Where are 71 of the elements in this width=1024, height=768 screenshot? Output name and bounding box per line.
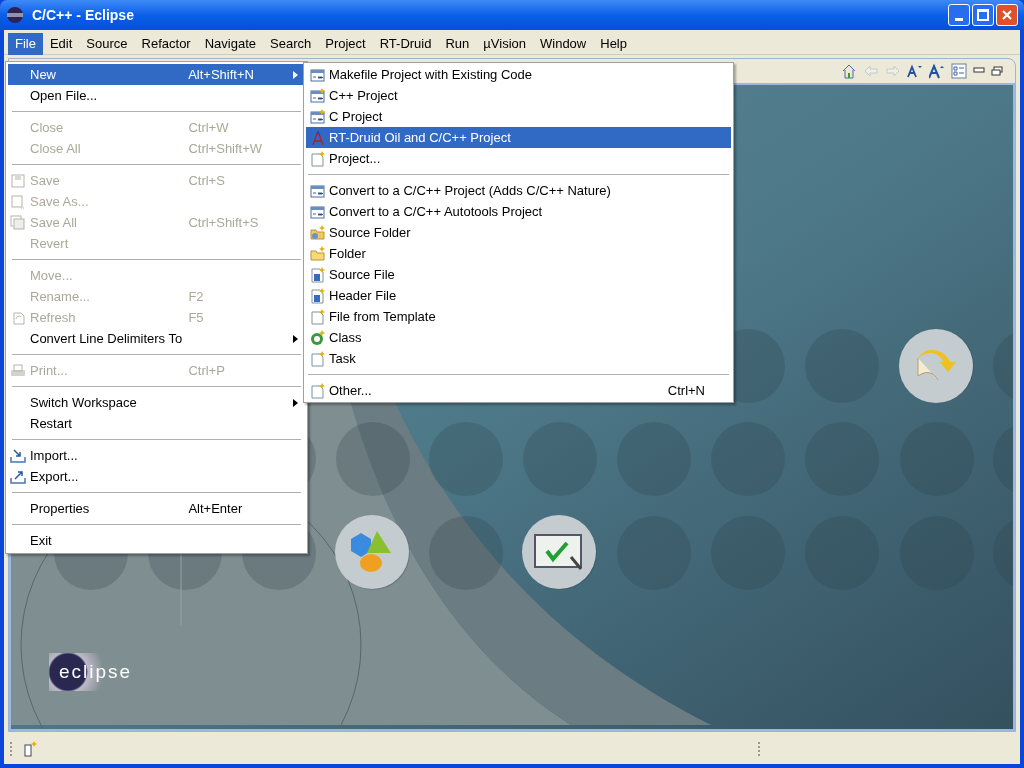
file-menu-item[interactable]: Export... — [8, 466, 305, 487]
submenu-item[interactable]: C++ Project — [306, 85, 731, 106]
close-icon — [1001, 9, 1013, 21]
submenu-item[interactable]: Project... — [306, 148, 731, 169]
refresh-icon — [10, 309, 26, 326]
customize-icon[interactable] — [951, 63, 967, 79]
file-menu-item[interactable]: Restart — [8, 413, 305, 434]
new-cpp-project-icon — [310, 108, 326, 125]
submenu-item[interactable]: Other... Ctrl+N — [306, 380, 731, 401]
increase-font-icon[interactable] — [929, 63, 945, 79]
submenu-item[interactable]: C Project — [306, 106, 731, 127]
menu-item[interactable]: RT-Druid — [372, 32, 439, 55]
new-file-icon — [310, 150, 326, 167]
menu-item[interactable]: Navigate — [197, 32, 263, 55]
import-icon — [10, 447, 26, 464]
submenu-item[interactable]: Convert to a C/C++ Project (Adds C/C++ Nature) — [306, 180, 731, 201]
menu-item[interactable]: Window — [533, 32, 594, 55]
submenu-item[interactable]: RT-Druid Oil and C/C++ Project — [306, 127, 731, 148]
printer-icon — [10, 362, 26, 379]
file-menu-item[interactable]: Properties Alt+Enter — [8, 498, 305, 519]
menu-item[interactable]: Refactor — [134, 32, 198, 55]
back-arrow-icon — [863, 63, 879, 79]
new-header-file-icon — [310, 287, 326, 304]
submenu-item[interactable]: Class — [306, 327, 731, 348]
menu-item[interactable]: Search — [263, 32, 319, 55]
export-icon — [10, 468, 26, 485]
submenu-item[interactable]: Makefile Project with Existing Code — [306, 64, 731, 85]
new-view-icon[interactable] — [22, 741, 38, 757]
menu-item[interactable]: Project — [318, 32, 373, 55]
restore-view-icon[interactable] — [991, 66, 1003, 76]
minimize-view-icon[interactable] — [973, 66, 985, 76]
file-menu-item[interactable]: Import... — [8, 445, 305, 466]
submenu-item[interactable]: Task — [306, 348, 731, 369]
new-file-icon — [310, 350, 326, 367]
menu-item[interactable]: Help — [593, 32, 634, 55]
submenu-item[interactable]: Source File — [306, 264, 731, 285]
maximize-button[interactable] — [972, 4, 994, 26]
menu-item[interactable]: Run — [438, 32, 477, 55]
menu-item[interactable]: Source — [79, 32, 135, 55]
checklist-screen-icon — [533, 531, 585, 573]
file-menu-item[interactable]: Exit — [8, 530, 305, 551]
minimize-button[interactable] — [948, 4, 970, 26]
cpp-project-icon — [310, 203, 326, 220]
forward-arrow-icon — [885, 63, 901, 79]
home-icon — [841, 63, 857, 79]
submenu-item[interactable]: Header File — [306, 285, 731, 306]
submenu-item[interactable]: Source Folder — [306, 222, 731, 243]
file-menu-item[interactable]: Switch Workspace — [8, 392, 305, 413]
submenu-item[interactable]: Folder — [306, 243, 731, 264]
eclipse-logo-icon — [6, 6, 24, 24]
cpp-project-icon — [310, 182, 326, 199]
new-class-icon — [310, 329, 326, 346]
new-cpp-project-icon — [310, 87, 326, 104]
new-file-icon — [310, 382, 326, 399]
new-file-icon — [310, 308, 326, 325]
menu-item[interactable]: Edit — [42, 32, 80, 55]
file-menu-item[interactable]: Convert Line Delimiters To — [8, 328, 305, 349]
menu-item[interactable]: µVision — [476, 32, 533, 55]
cpp-project-icon — [310, 66, 326, 83]
new-folder-icon — [310, 245, 326, 262]
menu-item[interactable]: File — [8, 32, 43, 55]
close-button[interactable] — [996, 4, 1018, 26]
window-title: C/C++ - Eclipse — [32, 5, 134, 25]
submenu-item[interactable]: Convert to a C/C++ Autotools Project — [306, 201, 731, 222]
submenu-item[interactable]: File from Template — [306, 306, 731, 327]
new-source-file-icon — [310, 266, 326, 283]
file-menu-item[interactable]: Open File... — [8, 85, 305, 106]
decrease-font-icon[interactable] — [907, 63, 923, 79]
new-source-folder-icon — [310, 224, 326, 241]
floppy-disks-icon — [10, 214, 26, 231]
file-menu-item[interactable]: New Alt+Shift+N — [8, 64, 305, 85]
